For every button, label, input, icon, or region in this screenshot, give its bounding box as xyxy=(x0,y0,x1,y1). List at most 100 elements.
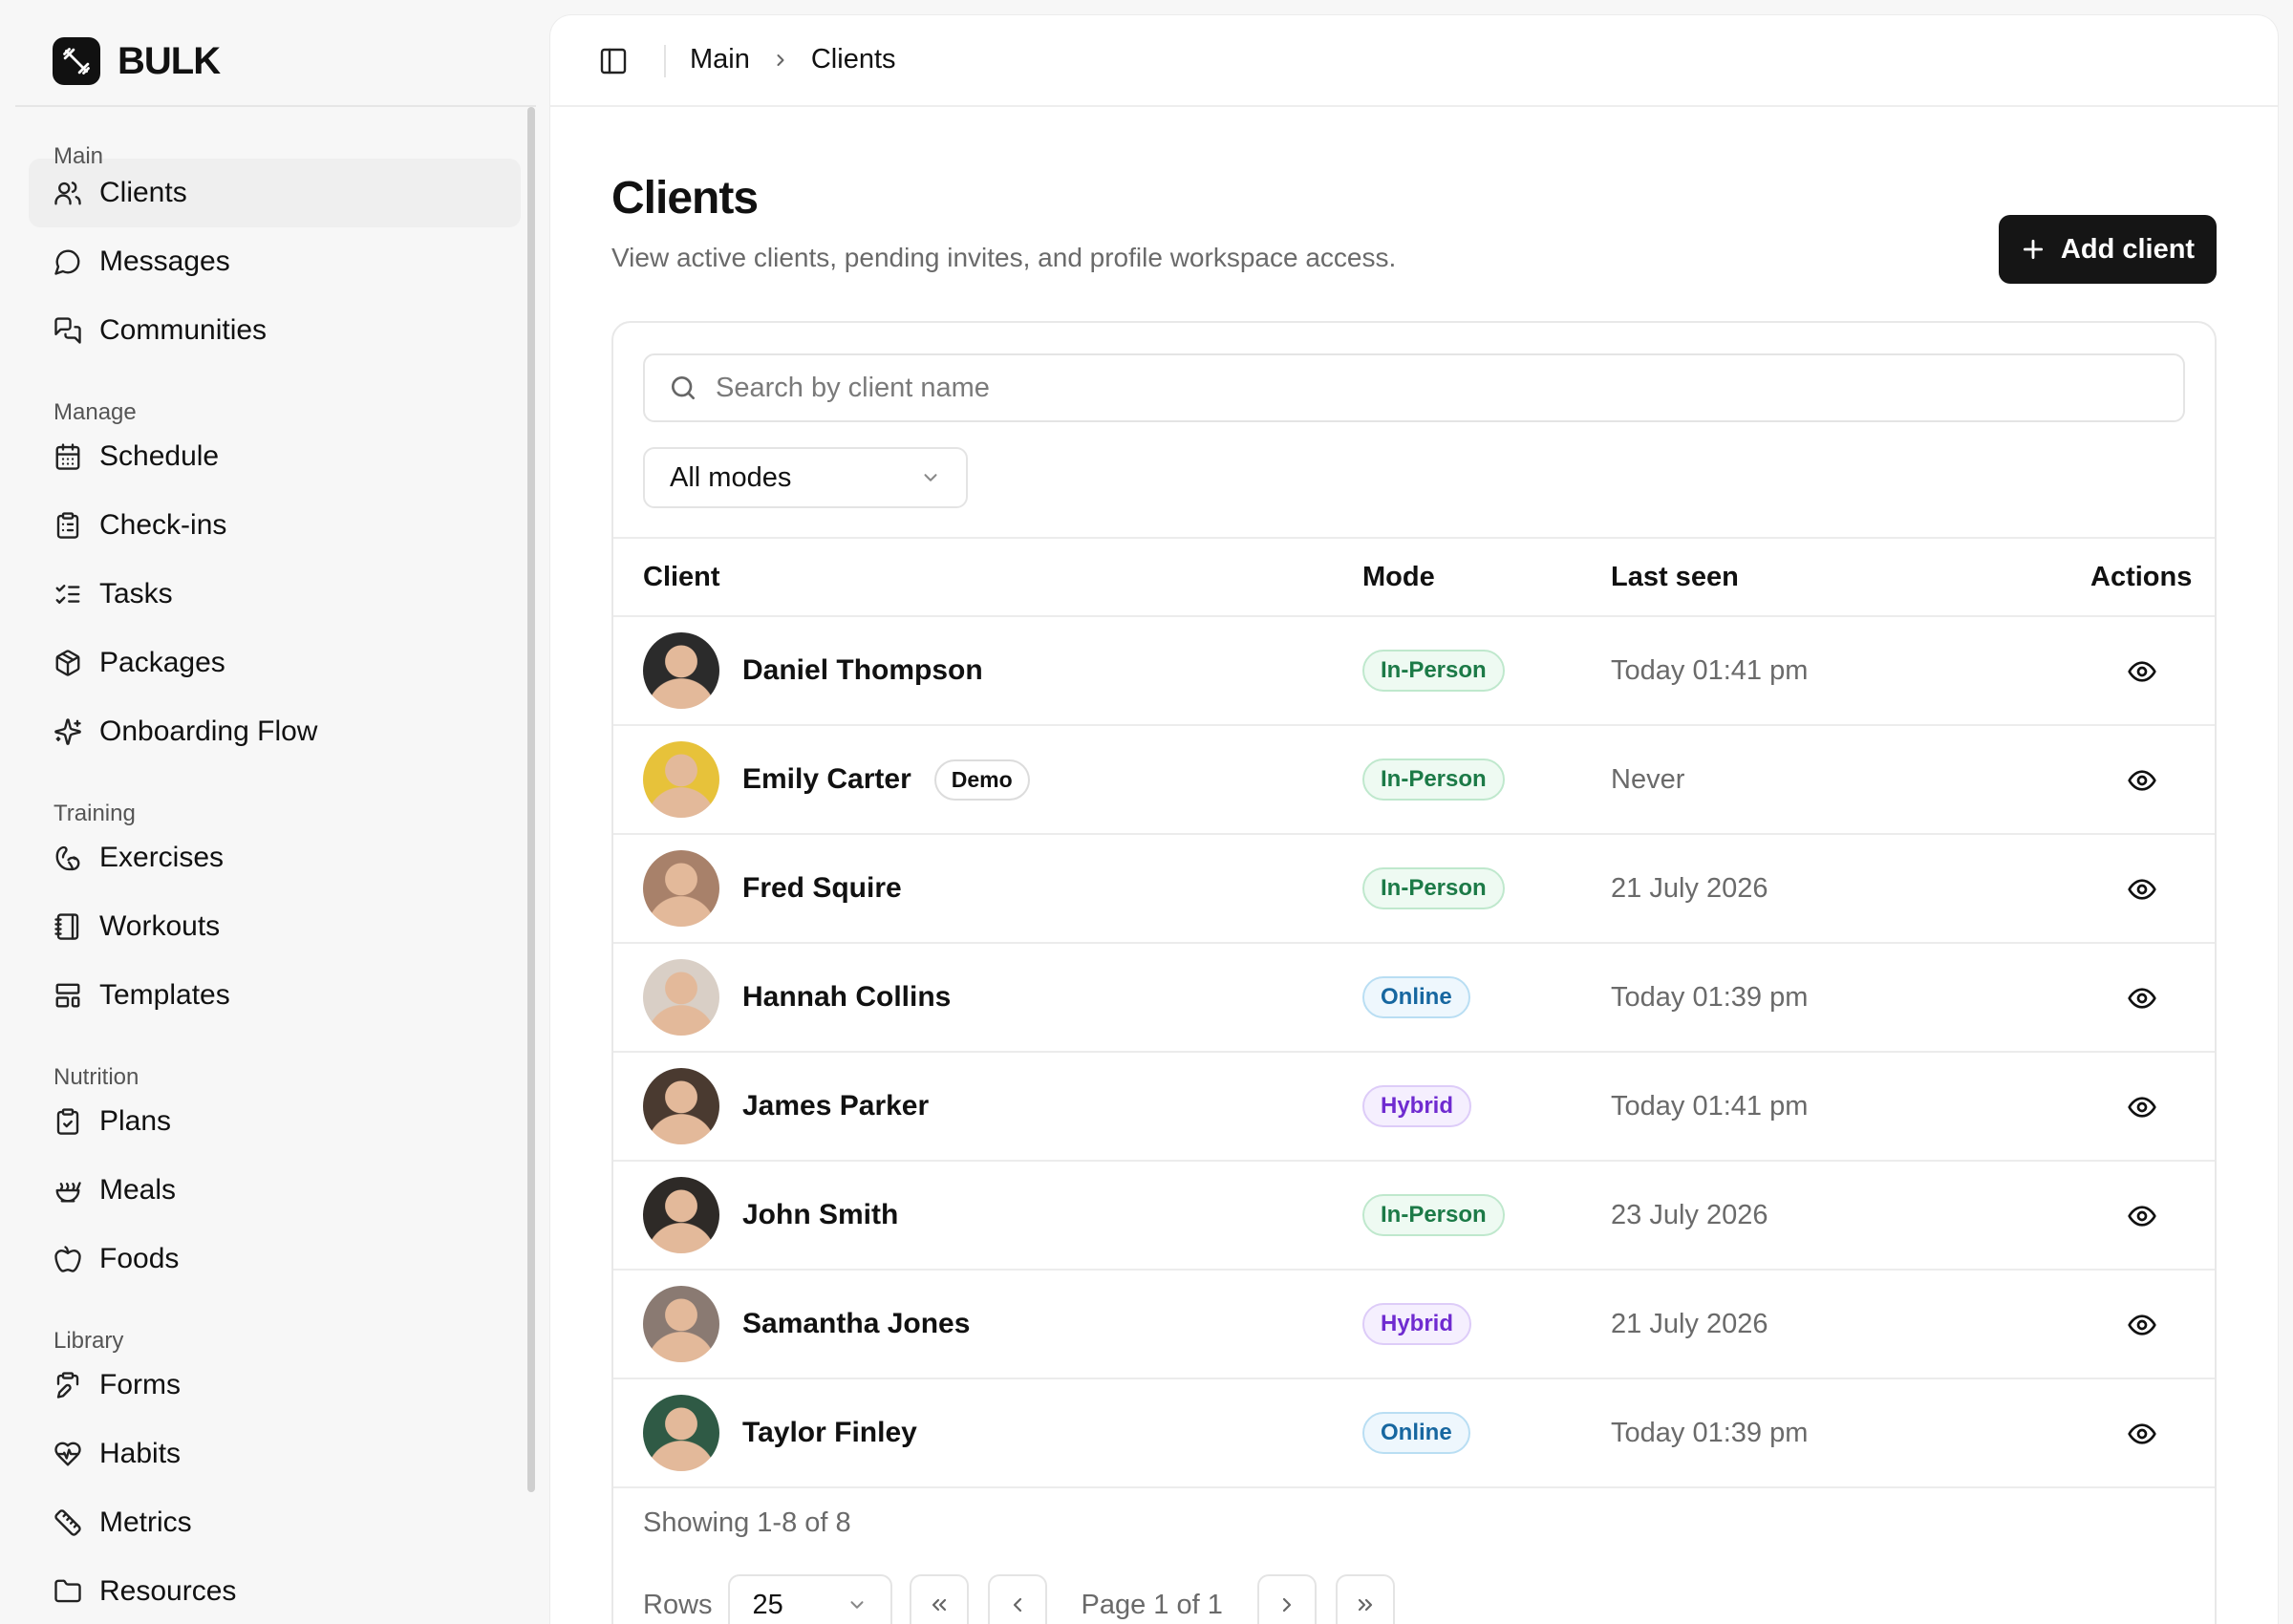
client-name[interactable]: Taylor Finley xyxy=(742,1417,917,1449)
table-row[interactable]: Taylor Finley Online Today 01:39 pm xyxy=(613,1379,2215,1488)
sidebar-item-packages[interactable]: Packages xyxy=(29,629,521,697)
brand-name: BULK xyxy=(118,39,221,82)
breadcrumb-item-main[interactable]: Main xyxy=(690,44,750,75)
column-header-mode[interactable]: Mode xyxy=(1362,562,1435,593)
sidebar-item-label: Forms xyxy=(99,1369,181,1400)
sidebar-toggle-icon[interactable] xyxy=(598,46,629,76)
column-header-last-seen[interactable]: Last seen xyxy=(1611,562,1739,593)
sidebar-item-exercises[interactable]: Exercises xyxy=(29,823,521,892)
sidebar-item-messages[interactable]: Messages xyxy=(29,227,521,296)
sidebar-item-label: Foods xyxy=(99,1243,180,1274)
last-seen: 21 July 2026 xyxy=(1611,873,1768,904)
eye-icon xyxy=(2127,1419,2157,1449)
mode-filter-select[interactable]: All modes xyxy=(643,447,968,508)
client-name[interactable]: Hannah Collins xyxy=(742,981,951,1014)
client-name[interactable]: John Smith xyxy=(742,1199,898,1231)
eye-icon xyxy=(2127,874,2157,905)
sidebar-scrollbar[interactable] xyxy=(527,107,535,1492)
client-name[interactable]: Daniel Thompson xyxy=(742,654,983,687)
chevrons-left-icon xyxy=(928,1593,951,1616)
mode-badge: Online xyxy=(1362,1412,1470,1454)
rows-per-page-select[interactable]: 25 xyxy=(727,1574,892,1624)
search-box[interactable] xyxy=(643,353,2185,422)
table-row[interactable]: Samantha Jones Hybrid 21 July 2026 xyxy=(613,1271,2215,1379)
avatar xyxy=(643,959,719,1036)
client-name[interactable]: Emily Carter xyxy=(742,763,911,796)
eye-icon xyxy=(2127,765,2157,796)
last-seen: Never xyxy=(1611,764,1685,795)
brand[interactable]: BULK xyxy=(53,37,221,85)
first-page-button[interactable] xyxy=(909,1574,969,1624)
sidebar-item-meals[interactable]: Meals xyxy=(29,1156,521,1225)
sidebar-item-label: Workouts xyxy=(99,910,221,942)
mode-badge: Hybrid xyxy=(1362,1085,1472,1127)
clipboard-list-icon xyxy=(54,511,82,540)
view-client-button[interactable] xyxy=(2119,1193,2165,1239)
search-input[interactable] xyxy=(716,372,2053,404)
table-row[interactable]: James Parker Hybrid Today 01:41 pm xyxy=(613,1053,2215,1162)
sidebar-item-foods[interactable]: Foods xyxy=(29,1225,521,1293)
notebook-icon xyxy=(54,912,82,941)
eye-icon xyxy=(2127,1092,2157,1122)
client-name[interactable]: Fred Squire xyxy=(742,872,902,905)
table-body: Daniel Thompson In-Person Today 01:41 pm Em… xyxy=(613,617,2215,1488)
showing-count: Showing 1-8 of 8 xyxy=(643,1507,851,1538)
sidebar-item-templates[interactable]: Templates xyxy=(29,961,521,1030)
sidebar-item-workouts[interactable]: Workouts xyxy=(29,892,521,961)
sidebar-item-label: Tasks xyxy=(99,578,173,609)
table-row[interactable]: Daniel Thompson In-Person Today 01:41 pm xyxy=(613,617,2215,726)
view-client-button[interactable] xyxy=(2119,975,2165,1021)
sidebar-item-onboarding-flow[interactable]: Onboarding Flow xyxy=(29,697,521,766)
nav-section-main: Main xyxy=(54,143,104,169)
avatar xyxy=(643,1286,719,1362)
sidebar-item-forms[interactable]: Forms xyxy=(29,1351,521,1420)
last-page-button[interactable] xyxy=(1335,1574,1395,1624)
sidebar-item-label: Communities xyxy=(99,314,268,346)
sidebar-item-tasks[interactable]: Tasks xyxy=(29,560,521,629)
client-name[interactable]: Samantha Jones xyxy=(742,1308,970,1340)
last-seen: 23 July 2026 xyxy=(1611,1200,1768,1230)
list-checks-icon xyxy=(54,580,82,609)
previous-page-button[interactable] xyxy=(987,1574,1047,1624)
table-row[interactable]: Fred Squire In-Person 21 July 2026 xyxy=(613,835,2215,944)
sidebar-item-communities[interactable]: Communities xyxy=(29,296,521,365)
pagination: Rows 25 Page 1 of 1 xyxy=(643,1574,1414,1624)
view-client-button[interactable] xyxy=(2119,866,2165,912)
page-indicator: Page 1 of 1 xyxy=(1081,1589,1223,1620)
view-client-button[interactable] xyxy=(2119,758,2165,803)
sidebar-item-label: Resources xyxy=(99,1575,237,1607)
column-header-client[interactable]: Client xyxy=(643,562,720,593)
client-cell: Fred Squire xyxy=(643,835,902,942)
eye-icon xyxy=(2127,983,2157,1014)
eye-icon xyxy=(2127,1201,2157,1231)
table-row[interactable]: Hannah Collins Online Today 01:39 pm xyxy=(613,944,2215,1053)
add-client-button[interactable]: Add client xyxy=(1999,215,2217,284)
sidebar-item-plans[interactable]: Plans xyxy=(29,1087,521,1156)
dumbbell-logo-icon xyxy=(53,37,100,85)
client-name[interactable]: James Parker xyxy=(742,1090,929,1122)
chevron-down-icon xyxy=(846,1594,868,1615)
rows-label: Rows xyxy=(643,1589,713,1620)
sidebar-item-check-ins[interactable]: Check-ins xyxy=(29,491,521,560)
next-page-button[interactable] xyxy=(1256,1574,1317,1624)
nav-section-training: Training xyxy=(54,801,136,826)
sidebar: BULK Main Clients Messages Communities Manag… xyxy=(0,0,545,1624)
mode-badge: In-Person xyxy=(1362,759,1505,801)
view-client-button[interactable] xyxy=(2119,1302,2165,1348)
sidebar-nav: Main Clients Messages Communities Manage Sche… xyxy=(29,107,521,1624)
view-client-button[interactable] xyxy=(2119,1084,2165,1130)
last-seen: Today 01:41 pm xyxy=(1611,655,1809,686)
breadcrumb: Main Clients xyxy=(690,44,896,75)
sidebar-item-resources[interactable]: Resources xyxy=(29,1557,521,1624)
avatar xyxy=(643,1068,719,1144)
sidebar-item-habits[interactable]: Habits xyxy=(29,1420,521,1488)
nav-section-nutrition: Nutrition xyxy=(54,1064,139,1090)
folder-icon xyxy=(54,1577,82,1606)
sidebar-item-metrics[interactable]: Metrics xyxy=(29,1488,521,1557)
sidebar-item-schedule[interactable]: Schedule xyxy=(29,422,521,491)
view-client-button[interactable] xyxy=(2119,1411,2165,1457)
table-row[interactable]: John Smith In-Person 23 July 2026 xyxy=(613,1162,2215,1271)
view-client-button[interactable] xyxy=(2119,649,2165,694)
table-row[interactable]: Emily Carter Demo In-Person Never xyxy=(613,726,2215,835)
search-icon xyxy=(668,373,698,403)
